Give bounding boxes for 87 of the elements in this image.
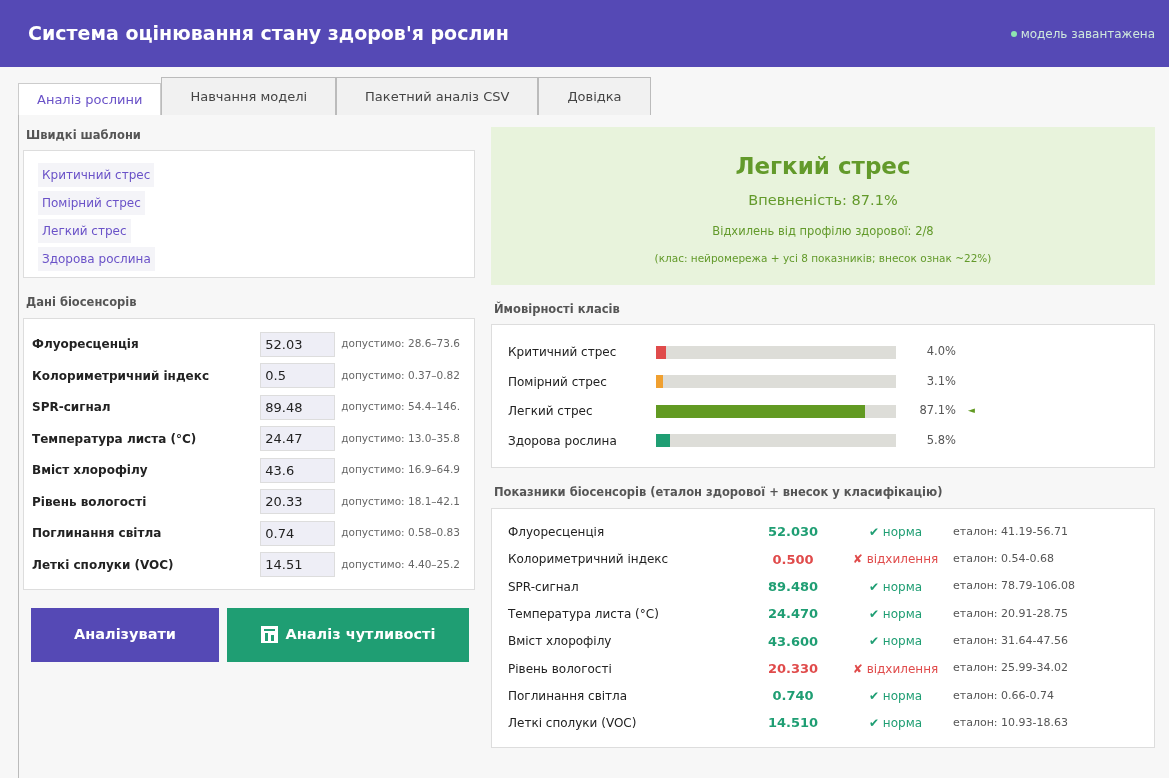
- indicator-value: 24.470: [766, 605, 820, 624]
- status-dot: [1010, 30, 1017, 37]
- reference-text: еталон: 78.79-106.08: [953, 578, 1076, 595]
- result-title: Легкий стрес: [735, 152, 911, 181]
- input-field[interactable]: 0.5: [260, 363, 336, 389]
- input-field[interactable]: 14.51: [260, 552, 336, 578]
- status-text: ✘ відхилення: [851, 660, 940, 678]
- field-label: Колориметричний індекс: [32, 367, 210, 385]
- percent-text: 3.1%: [925, 372, 956, 390]
- template-link[interactable]: Легкий стрес: [38, 219, 131, 244]
- reference-text: еталон: 10.93-18.63: [953, 714, 1069, 731]
- field-label: Температура листа (°C): [32, 430, 198, 448]
- percent-text: 87.1%: [918, 402, 956, 420]
- input-field[interactable]: 52.03: [260, 331, 336, 357]
- section-title: Дані біосенсорів: [25, 294, 138, 312]
- hint-text: допустимо: 28.6–73.6: [341, 336, 460, 352]
- confidence-text: Впевненість: 87.1%: [748, 190, 898, 210]
- section-title: Ймовірності класів: [493, 300, 621, 318]
- input-field[interactable]: 24.47: [260, 426, 336, 452]
- field-label: Леткі сполуки (VOC): [32, 556, 175, 574]
- section-title: Показники біосенсорів (еталон здорової + внесок у класифікацію): [493, 484, 944, 502]
- hint-text: допустимо: 16.9–64.9: [341, 462, 460, 478]
- hint-text: допустимо: 18.1–42.1: [341, 493, 460, 509]
- field-label: Поглинання світла: [32, 525, 163, 543]
- result-note: (клас: нейромережа + усі 8 показників; внесок ознак ~22%): [654, 250, 992, 266]
- class-label: Здорова рослина: [508, 432, 618, 450]
- class-label: Легкий стрес: [508, 403, 594, 420]
- percent-text: 4.0%: [925, 343, 956, 361]
- status-text: модель завантажена: [1020, 25, 1155, 43]
- indicator-value: 43.600: [766, 632, 820, 651]
- status-text: ✔ норма: [867, 633, 924, 651]
- indicator-value: 89.480: [766, 578, 820, 596]
- section-title: Швидкі шаблони: [25, 127, 142, 144]
- field-label: Вміст хлорофілу: [32, 462, 149, 480]
- app-title: Система оцінювання стану здоров'я рослин: [28, 21, 509, 47]
- bar-chart-icon: [260, 626, 278, 643]
- field-label: Рівень вологості: [32, 493, 148, 511]
- field-label: Флуоресценція: [32, 336, 140, 354]
- indicator-label: Поглинання світла: [508, 687, 629, 705]
- indicator-value: 20.330: [766, 659, 820, 678]
- class-label: Критичний стрес: [508, 344, 618, 361]
- input-field[interactable]: 89.48: [260, 394, 336, 420]
- template-link[interactable]: Помірний стрес: [38, 191, 145, 216]
- indicator-label: Вміст хлорофілу: [508, 633, 613, 651]
- reference-text: еталон: 0.54-0.68: [953, 551, 1055, 568]
- input-field[interactable]: 43.6: [260, 457, 336, 483]
- tab[interactable]: Навчання моделі: [161, 77, 337, 115]
- indicator-value: 14.510: [766, 714, 820, 733]
- hint-text: допустимо: 0.58–0.83: [341, 525, 460, 541]
- reference-text: еталон: 0.66-0.74: [953, 687, 1055, 704]
- indicator-value: 0.740: [771, 687, 815, 706]
- percent-text: 5.8%: [925, 431, 956, 449]
- button-label: Аналіз чутливості: [285, 624, 436, 644]
- status-text: ✔ норма: [867, 715, 924, 733]
- status-text: ✔ норма: [867, 524, 924, 542]
- reference-text: еталон: 31.64-47.56: [953, 633, 1069, 650]
- button[interactable]: Аналізувати: [31, 607, 219, 662]
- indicator-label: Рівень вологості: [508, 660, 613, 678]
- status-text: ✔ норма: [867, 606, 924, 624]
- input-field[interactable]: 20.33: [260, 489, 336, 515]
- field-label: SPR-сигнал: [32, 399, 112, 417]
- tab[interactable]: Аналіз рослини: [18, 83, 162, 115]
- tab[interactable]: Довідка: [538, 77, 651, 115]
- status-text: ✔ норма: [867, 578, 924, 596]
- template-link[interactable]: Критичний стрес: [38, 163, 155, 188]
- indicator-label: Флуоресценція: [508, 524, 606, 542]
- indicator-label: Колориметричний індекс: [508, 551, 670, 569]
- status-text: ✔ норма: [867, 687, 924, 705]
- tab[interactable]: Пакетний аналіз CSV: [336, 77, 539, 115]
- class-label: Помірний стрес: [508, 373, 608, 391]
- pointer-icon: ◄: [968, 404, 975, 418]
- indicator-value: 52.030: [766, 523, 820, 542]
- reference-text: еталон: 20.91-28.75: [953, 605, 1069, 622]
- input-field[interactable]: 0.74: [260, 520, 336, 546]
- hint-text: допустимо: 54.4–146.: [341, 399, 460, 415]
- indicator-label: Леткі сполуки (VOC): [508, 715, 638, 733]
- indicator-value: 0.500: [771, 550, 815, 569]
- template-link[interactable]: Здорова рослина: [38, 247, 155, 272]
- hint-text: допустимо: 4.40–25.2: [341, 556, 460, 572]
- hint-text: допустимо: 0.37–0.82: [341, 367, 460, 383]
- indicator-label: SPR-сигнал: [508, 578, 580, 596]
- status-text: ✘ відхилення: [851, 551, 940, 569]
- deviation-text: Відхилень від профілю здорової: 2/8: [712, 223, 934, 241]
- reference-text: еталон: 41.19-56.71: [953, 523, 1069, 540]
- reference-text: еталон: 25.99-34.02: [953, 660, 1069, 677]
- hint-text: допустимо: 13.0–35.8: [341, 430, 460, 446]
- indicator-label: Температура листа (°C): [508, 606, 660, 624]
